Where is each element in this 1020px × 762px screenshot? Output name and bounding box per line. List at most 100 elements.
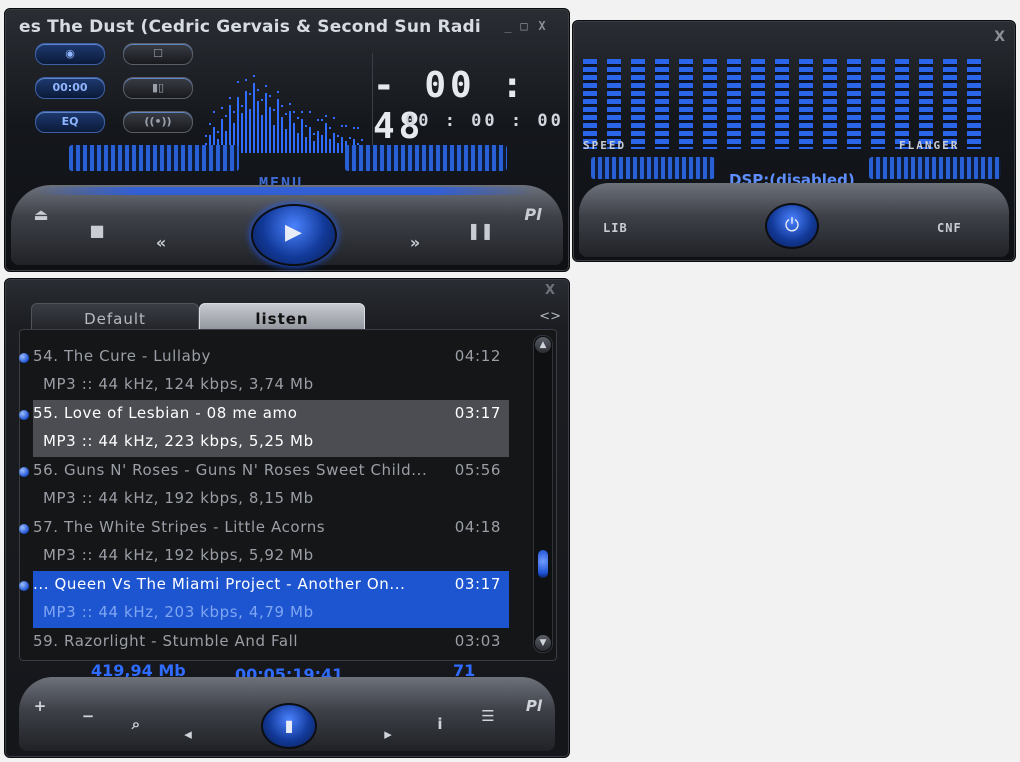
spectrum-peak: [241, 105, 243, 107]
eq-band-slider[interactable]: [799, 59, 813, 149]
track-info: MP3 :: 44 kHz, 124 kbps, 3,74 Mb: [43, 375, 314, 393]
spectrum-peak: [361, 139, 363, 141]
spectrum-bar: [249, 109, 251, 153]
bullet-icon: [19, 353, 29, 363]
list-item[interactable]: 56. Guns N' Roses - Guns N' Roses Sweet …: [19, 457, 509, 514]
eq-band-slider[interactable]: [751, 59, 765, 149]
volume-slider[interactable]: [69, 145, 239, 171]
spectrum-peak: [333, 117, 335, 119]
spectrum-peak: [269, 95, 271, 97]
spectrum-visualizer: [205, 69, 370, 153]
eq-band-slider[interactable]: [655, 59, 669, 149]
spectrum-bar: [321, 135, 323, 153]
eq-band-slider[interactable]: [703, 59, 717, 149]
scroll-up-icon[interactable]: ▲: [535, 337, 551, 353]
list-item[interactable]: 59. Razorlight - Stumble And Fall 03:03: [33, 628, 509, 652]
track-info: MP3 :: 44 kHz, 203 kbps, 4,79 Mb: [43, 603, 314, 621]
eq-band-slider[interactable]: [847, 59, 861, 149]
power-button[interactable]: ⏻: [765, 203, 819, 249]
spectrum-peak: [353, 127, 355, 129]
add-button[interactable]: +: [29, 697, 51, 715]
eq-band-slider[interactable]: [871, 59, 885, 149]
spectrum-bar: [293, 123, 295, 153]
playlist-scrollbar[interactable]: ▲ ▼: [533, 335, 553, 653]
close-button[interactable]: X: [535, 19, 549, 33]
list-item[interactable]: 57. The White Stripes - Little Acorns 04…: [19, 514, 509, 571]
scroll-down-icon[interactable]: ▼: [535, 635, 551, 651]
eq-band-slider[interactable]: [607, 59, 621, 149]
player-window: es The Dust (Cedric Gervais & Second Sun…: [4, 8, 570, 272]
eq-band-slider[interactable]: [631, 59, 645, 149]
eq-band-slider[interactable]: [727, 59, 741, 149]
repeat-button[interactable]: ☐: [123, 43, 193, 65]
eq-band-slider[interactable]: [583, 59, 597, 149]
track-name: 56. Guns N' Roses - Guns N' Roses Sweet …: [33, 461, 428, 479]
playlist-window: X Default listen <> 54. The Cure - Lulla…: [4, 278, 570, 758]
deck-glow: [35, 187, 535, 195]
surround-button[interactable]: ((•)): [123, 111, 193, 133]
info-button[interactable]: i: [429, 715, 451, 733]
eq-band-slider[interactable]: [919, 59, 933, 149]
visualizer-button[interactable]: ▮▯: [123, 77, 193, 99]
lib-button[interactable]: LIB: [603, 221, 628, 235]
bullet-icon: [19, 410, 29, 420]
scroll-thumb[interactable]: [538, 550, 548, 578]
eq-band-slider[interactable]: [895, 59, 909, 149]
play-button[interactable]: ▶: [251, 204, 337, 266]
playlist-file-button[interactable]: ▮: [261, 703, 317, 749]
eq-band-slider[interactable]: [775, 59, 789, 149]
search-button[interactable]: ⌕: [125, 715, 147, 733]
eject-button[interactable]: ⏏: [29, 205, 53, 224]
spectrum-peak: [321, 119, 323, 121]
pause-button[interactable]: ❚❚: [467, 221, 494, 240]
list-item-playing[interactable]: ... Queen Vs The Miami Project - Another…: [19, 571, 509, 628]
shuffle-button[interactable]: ◉: [35, 43, 105, 65]
track-info: MP3 :: 44 kHz, 192 kbps, 5,92 Mb: [43, 546, 314, 564]
spectrum-bar: [261, 115, 263, 153]
eq-band-slider[interactable]: [823, 59, 837, 149]
spectrum-bar: [341, 137, 343, 153]
spectrum-peak: [209, 123, 211, 125]
spectrum-peak: [349, 137, 351, 139]
list-button[interactable]: ☰: [477, 707, 499, 725]
next-button[interactable]: »: [403, 233, 427, 252]
pl-options-button[interactable]: Pl: [523, 697, 545, 715]
playlist-close-button[interactable]: X: [545, 283, 555, 298]
time-mode-button[interactable]: 00:00: [35, 77, 105, 99]
elapsed-display: 00 : 00 : 00: [405, 111, 564, 131]
spectrum-bar: [333, 133, 335, 153]
spectrum-bar: [329, 139, 331, 153]
spectrum-peak: [297, 117, 299, 119]
spectrum-peak: [265, 85, 267, 87]
spectrum-peak: [245, 79, 247, 81]
time-display[interactable]: - 00 : 48: [373, 65, 569, 147]
balance-slider[interactable]: [345, 145, 507, 171]
spectrum-peak: [233, 111, 235, 113]
tab-scroll-button[interactable]: <>: [539, 309, 561, 324]
track-name: 59. Razorlight - Stumble And Fall: [33, 632, 299, 650]
list-item[interactable]: 54. The Cure - Lullaby 04:12 MP3 :: 44 k…: [19, 343, 509, 400]
prev-button[interactable]: «: [149, 233, 173, 252]
remove-button[interactable]: −: [77, 707, 99, 725]
spectrum-peak: [301, 111, 303, 113]
eq-band-slider[interactable]: [943, 59, 957, 149]
next-page-button[interactable]: ▸: [377, 725, 399, 743]
playlist-toggle-button[interactable]: Pl: [521, 205, 545, 224]
eq-band-slider[interactable]: [679, 59, 693, 149]
minimize-button[interactable]: _: [501, 19, 515, 33]
prev-page-button[interactable]: ◂: [177, 725, 199, 743]
eq-band-slider[interactable]: [967, 59, 981, 149]
maximize-button[interactable]: □: [517, 19, 531, 33]
spectrum-peak: [253, 75, 255, 77]
cnf-button[interactable]: CNF: [937, 221, 962, 235]
list-item[interactable]: 55. Love of Lesbian - 08 me amo 03:17 MP…: [19, 400, 509, 457]
stop-button[interactable]: ■: [85, 221, 109, 240]
spectrum-peak: [317, 119, 319, 121]
track-duration: 03:03: [454, 632, 501, 650]
eq-close-button[interactable]: X: [994, 29, 1005, 45]
spectrum-bar: [273, 125, 275, 153]
track-name: 54. The Cure - Lullaby: [33, 347, 212, 365]
spectrum-bar: [277, 99, 279, 153]
eq-button[interactable]: EQ: [35, 111, 105, 133]
track-name: 57. The White Stripes - Little Acorns: [33, 518, 326, 536]
